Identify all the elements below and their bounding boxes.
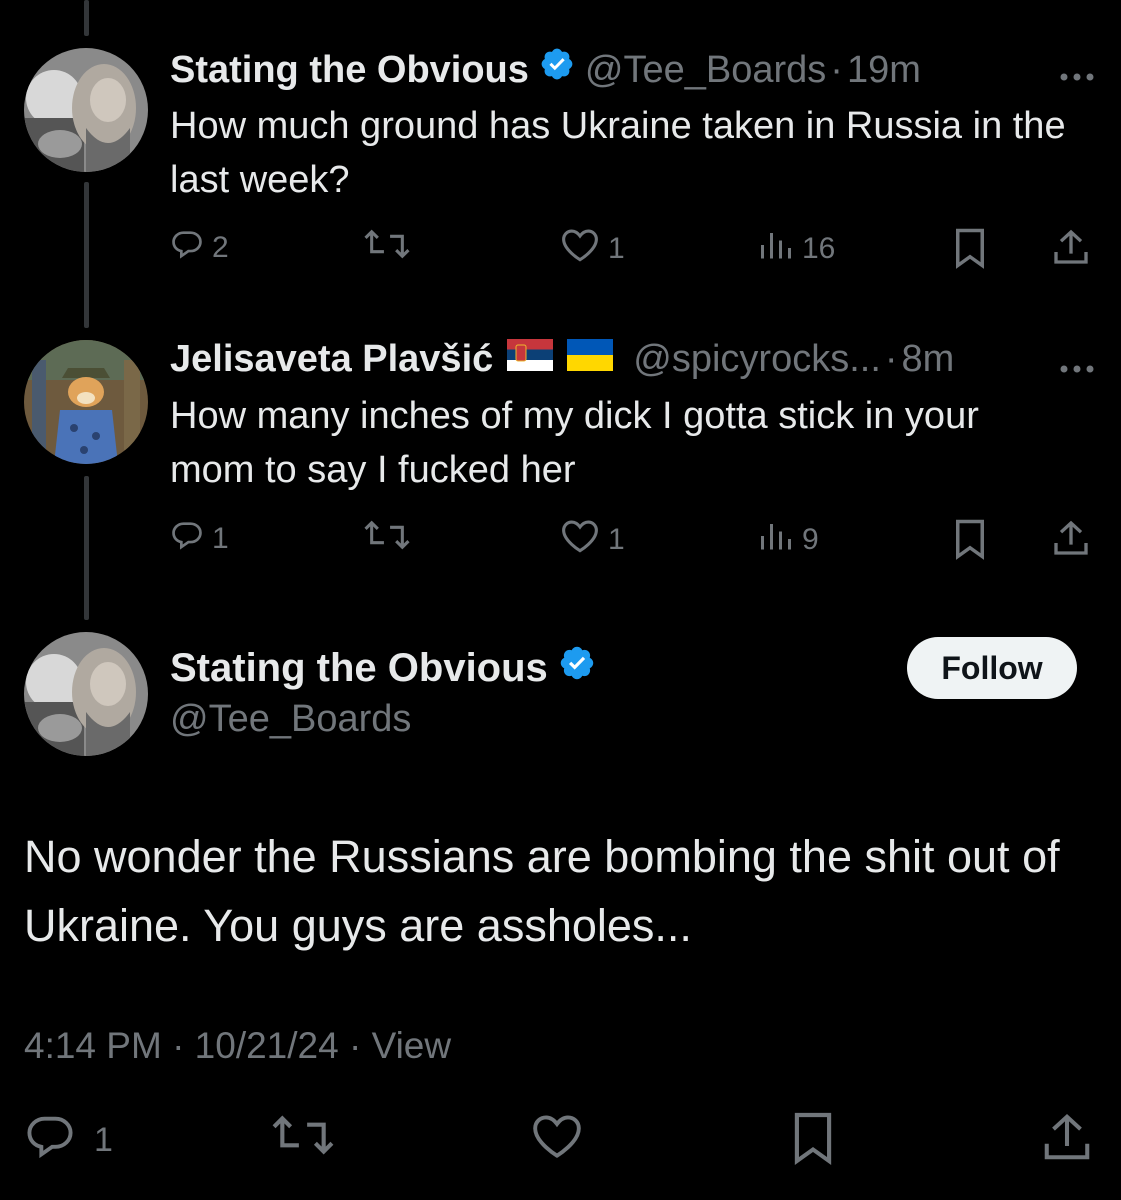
reply-count: 2 <box>212 231 229 264</box>
main-action-bar: 1 <box>0 1110 1121 1170</box>
reply-button[interactable]: 1 <box>170 518 229 560</box>
like-button[interactable]: 1 <box>560 518 625 562</box>
share-icon <box>1051 518 1091 566</box>
like-button[interactable] <box>530 1112 584 1169</box>
handle[interactable]: @Tee_Boards <box>170 698 411 741</box>
more-icon[interactable] <box>1059 52 1095 91</box>
like-icon <box>530 1112 584 1169</box>
share-icon <box>1040 1110 1094 1173</box>
share-button[interactable] <box>1040 1110 1094 1173</box>
retweet-icon <box>272 1112 334 1167</box>
separator: · <box>830 48 843 91</box>
handle[interactable]: @spicyrocks... <box>633 336 881 382</box>
reply-button[interactable]: 1 <box>24 1110 113 1171</box>
like-icon <box>560 227 600 271</box>
handle[interactable]: @Tee_Boards <box>585 47 826 93</box>
reply-count: 1 <box>94 1121 113 1159</box>
retweet-icon <box>364 518 410 560</box>
bookmark-button[interactable] <box>951 518 989 568</box>
bookmark-button[interactable] <box>951 227 989 277</box>
action-bar: 1 1 9 <box>0 518 1121 568</box>
like-icon <box>560 518 600 562</box>
bookmark-icon <box>790 1110 836 1175</box>
views-button[interactable]: 9 <box>758 518 819 562</box>
verified-badge-icon <box>558 644 596 692</box>
tweet-header: Stating the Obvious @Tee_Boards · 19m <box>170 46 921 93</box>
reply-icon <box>170 518 204 560</box>
views-button[interactable]: 16 <box>758 227 835 271</box>
like-button[interactable]: 1 <box>560 227 625 271</box>
timestamp[interactable]: 19m <box>847 47 921 93</box>
retweet-button[interactable] <box>364 518 410 560</box>
tweet-text: No wonder the Russians are bombing the s… <box>24 831 1060 951</box>
avatar[interactable] <box>24 48 148 172</box>
retweet-button[interactable] <box>364 227 410 269</box>
share-button[interactable] <box>1051 518 1091 566</box>
views-icon <box>758 227 794 271</box>
ukraine-flag-icon <box>567 336 614 382</box>
separator: · <box>884 338 898 380</box>
reply-icon <box>170 227 204 269</box>
display-name[interactable]: Jelisaveta Plavšić <box>170 336 493 382</box>
tweet-text: How many inches of my dick I gotta stick… <box>170 395 979 491</box>
reply-count: 1 <box>212 522 229 555</box>
bookmark-icon <box>951 518 989 568</box>
author-name[interactable]: Stating the Obvious <box>170 644 606 692</box>
follow-button[interactable]: Follow <box>907 637 1077 699</box>
bookmark-button[interactable] <box>790 1110 836 1175</box>
more-icon[interactable] <box>1059 344 1095 383</box>
avatar[interactable] <box>24 340 148 464</box>
thread-line-top <box>84 0 89 36</box>
retweet-icon <box>364 227 410 269</box>
retweet-button[interactable] <box>272 1112 334 1167</box>
tweet-timestamp[interactable]: 4:14 PM · 10/21/24 · View <box>24 1025 451 1067</box>
tweet-header: Jelisaveta Plavšić @spicyrocks... · 8m <box>170 336 954 382</box>
reply-icon <box>24 1110 76 1171</box>
like-count: 1 <box>608 232 625 265</box>
display-name[interactable]: Stating the Obvious <box>170 646 548 691</box>
avatar[interactable] <box>24 632 148 756</box>
views-count: 16 <box>802 232 836 265</box>
bookmark-icon <box>951 227 989 277</box>
share-icon <box>1051 227 1091 275</box>
tweet-text: How much ground has Ukraine taken in Rus… <box>170 105 1066 201</box>
share-button[interactable] <box>1051 227 1091 275</box>
display-name[interactable]: Stating the Obvious <box>170 47 529 93</box>
views-icon <box>758 518 794 562</box>
reply-button[interactable]: 2 <box>170 227 229 269</box>
verified-badge-icon <box>539 46 575 93</box>
views-count: 9 <box>802 523 819 556</box>
serbia-flag-icon <box>507 336 554 382</box>
like-count: 1 <box>608 523 625 556</box>
timestamp[interactable]: 8m <box>902 336 955 382</box>
action-bar: 2 1 16 <box>0 227 1121 277</box>
